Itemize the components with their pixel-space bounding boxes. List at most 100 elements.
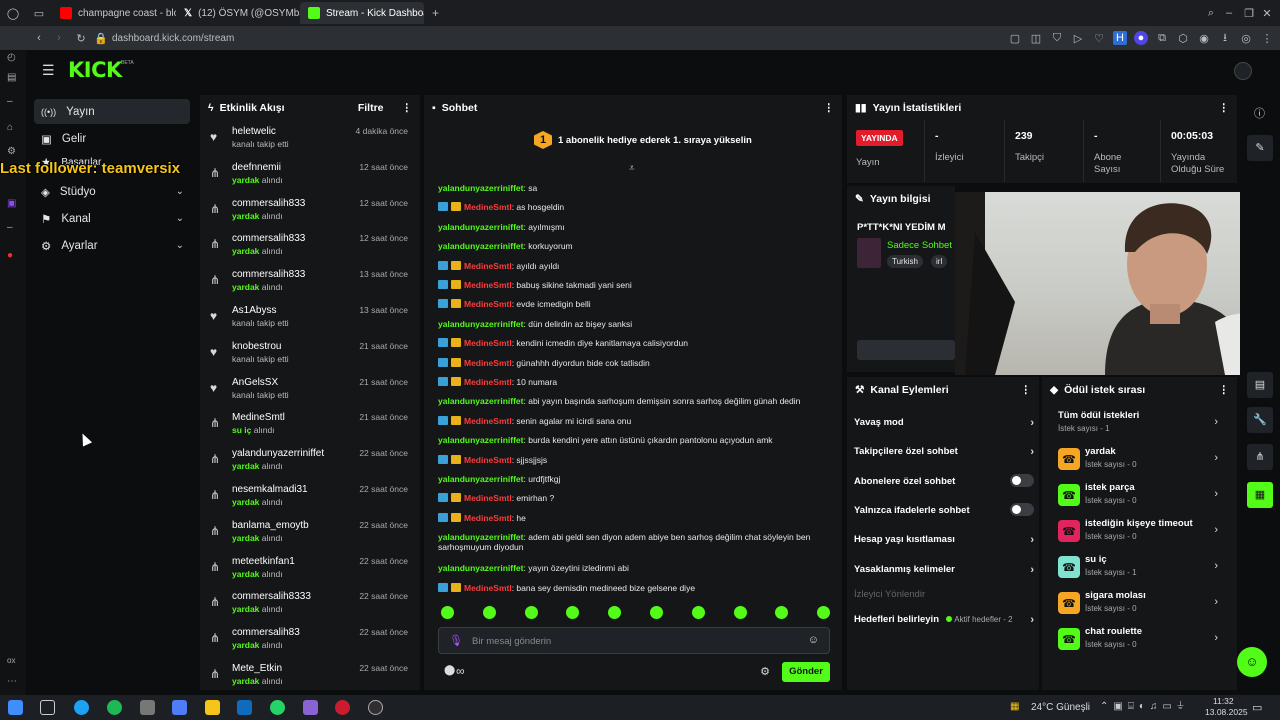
chat-message[interactable]: MedineSmtl: günahhh diyordun bide cok ta… xyxy=(438,357,650,368)
activity-event[interactable]: ⋔ meteetkinfan1 yardak alındı 22 saat önce xyxy=(200,553,420,589)
chat-message[interactable]: yalandunyazerriniffet: burda kendini yer… xyxy=(438,435,773,445)
search-icon[interactable]: ⌕ xyxy=(1204,6,1218,20)
points-icon[interactable]: ⬤ xyxy=(444,665,455,676)
chat-message[interactable]: yalandunyazerriniffet: urdfjtfkgj xyxy=(438,474,560,484)
chat-username[interactable]: MedineSmtl xyxy=(464,583,512,593)
chat-username[interactable]: MedineSmtl xyxy=(464,338,512,348)
chat-username[interactable]: yalandunyazerriniffet xyxy=(438,222,524,232)
chat-message[interactable]: yalandunyazerriniffet: adem abi geldi se… xyxy=(438,532,810,552)
channel-action-row[interactable]: Yalnızca ifadelerle sohbet xyxy=(854,502,1034,516)
tab-kick[interactable]: Stream - Kick Dashboard xyxy=(300,2,424,24)
kebab-menu-icon[interactable]: ⋮ xyxy=(1219,384,1230,396)
activity-event[interactable]: ⋔ MedineSmtl su iç alındı 21 saat önce xyxy=(200,409,420,445)
avatar[interactable] xyxy=(1234,62,1252,80)
weather-text[interactable]: 24°C Güneşli xyxy=(1031,702,1090,713)
kebab-menu-icon[interactable]: ⋮ xyxy=(402,102,413,114)
sidebar-item-kanal[interactable]: ⚑ Kanal ⌄ xyxy=(34,206,190,231)
chat-message[interactable]: MedineSmtl: 10 numara xyxy=(438,377,557,387)
activity-event[interactable]: ⋔ commersalih833 yardak alındı 13 saat önce xyxy=(200,266,420,302)
bookmark-icon[interactable]: ▢ xyxy=(1008,31,1022,45)
extensions-icon[interactable]: ⧉ xyxy=(1155,31,1169,45)
activity-event[interactable]: ⋔ banlama_emoytb yardak alındı 22 saat önce xyxy=(200,517,420,553)
chat-username[interactable]: MedineSmtl xyxy=(464,261,512,271)
clock-time[interactable]: 11:32 xyxy=(1213,696,1234,706)
chat-message[interactable]: yalandunyazerriniffet: dün delirdin az b… xyxy=(438,319,632,329)
share-icon[interactable]: ⋔ xyxy=(1247,444,1273,470)
activity-event[interactable]: ⋔ commersalih8333 yardak alındı 22 saat önc… xyxy=(200,588,420,624)
back-icon[interactable]: ‹ xyxy=(32,31,46,45)
history-icon[interactable]: ◴ xyxy=(7,52,19,64)
tag-irl[interactable]: irl xyxy=(931,255,948,268)
menu-icon[interactable]: ⋮ xyxy=(1260,31,1274,45)
forward-icon[interactable]: › xyxy=(52,31,66,45)
outlook-icon[interactable] xyxy=(237,700,252,715)
chat-username[interactable]: yalandunyazerriniffet xyxy=(438,532,524,542)
channel-action-row[interactable]: Yavaş mod › xyxy=(854,417,1034,429)
ox-icon[interactable]: ox xyxy=(7,656,19,668)
close-icon[interactable]: ✕ xyxy=(1260,6,1274,20)
edit-stream-info-button[interactable] xyxy=(857,340,955,360)
activity-event[interactable]: ⋔ nesemkalmadi31 yardak alındı 22 saat önce xyxy=(200,481,420,517)
kebab-menu-icon[interactable]: ⋮ xyxy=(1219,102,1230,114)
folder-icon[interactable] xyxy=(205,700,220,715)
reward-row[interactable]: ☎ yardak İstek sayısı - 0 › xyxy=(1058,446,1218,476)
start-icon[interactable] xyxy=(8,700,23,715)
tab-youtube[interactable]: champagne coast - blood xyxy=(52,2,176,24)
dash2-icon[interactable]: – xyxy=(7,222,19,234)
chat-message[interactable]: MedineSmtl: emirhan ? xyxy=(438,493,554,503)
activity-event[interactable]: ♥ heletwelic kanalı takip etti 4 dakika önc… xyxy=(200,123,420,159)
filter-button[interactable]: Filtre xyxy=(358,102,384,114)
launcher-icon[interactable] xyxy=(303,700,318,715)
chat-username[interactable]: yalandunyazerriniffet xyxy=(438,474,524,484)
task-view-icon[interactable] xyxy=(40,700,55,715)
info-icon[interactable]: ⓘ xyxy=(1254,105,1265,121)
mic-icon[interactable]: 🎙 xyxy=(449,634,463,647)
chat-username[interactable]: MedineSmtl xyxy=(464,202,512,212)
support-icon[interactable]: ☺ xyxy=(1237,647,1267,677)
reward-row[interactable]: ☎ istek parça İstek sayısı - 0 › xyxy=(1058,482,1218,512)
kebab-menu-icon[interactable]: ⋮ xyxy=(1021,384,1032,396)
chat-username[interactable]: yalandunyazerriniffet xyxy=(438,435,524,445)
channel-action-row[interactable]: Takipçilere özel sohbet › xyxy=(854,446,1034,458)
chat-message[interactable]: MedineSmtl: senin agalar mi icirdi sana … xyxy=(438,415,631,426)
reward-row[interactable]: ☎ istediğin kişeye timeout İstek sayısı - … xyxy=(1058,518,1218,548)
chat-username[interactable]: yalandunyazerriniffet xyxy=(438,241,524,251)
edge-icon[interactable] xyxy=(74,700,89,715)
kick-logo[interactable]: KICK xyxy=(68,58,122,82)
chat-message[interactable]: MedineSmtl: ayıldı ayıldı xyxy=(438,260,559,271)
emote-icon[interactable] xyxy=(691,606,705,619)
activity-event[interactable]: ⋔ commersalih833 yardak alındı 12 saat önce xyxy=(200,195,420,231)
sidebar-item-yayin[interactable]: ((•)) Yayın xyxy=(34,99,190,124)
obs-icon[interactable] xyxy=(368,700,383,715)
channel-action-row[interactable]: Hesap yaşı kısıtlaması › xyxy=(854,534,1034,546)
workspaces-icon[interactable]: ▭ xyxy=(32,6,46,20)
activity-event[interactable]: ⋔ commersalih833 yardak alındı 12 saat önce xyxy=(200,230,420,266)
emote-icon[interactable] xyxy=(524,606,538,619)
edit-icon[interactable]: ✎ xyxy=(1247,135,1273,161)
emoji-icon[interactable]: ☺ xyxy=(808,634,819,646)
chat-message[interactable]: MedineSmtl: bana sey demisdin medineed b… xyxy=(438,582,695,593)
wrench-icon[interactable]: 🔧 xyxy=(1247,407,1273,433)
chat-username[interactable]: yalandunyazerriniffet xyxy=(438,396,524,406)
screenshot-icon[interactable]: ◫ xyxy=(1029,31,1043,45)
reload-icon[interactable]: ↻ xyxy=(74,31,88,45)
opera-icon[interactable] xyxy=(335,700,350,715)
goals-row[interactable]: Hedefleri belirleyin Aktif hedefler - 2 … xyxy=(854,614,1034,626)
emote-icon[interactable] xyxy=(482,606,496,619)
chat-message[interactable]: yalandunyazerriniffet: korkuyorum xyxy=(438,241,573,251)
chat-message[interactable]: yalandunyazerriniffet: ayılmışmı xyxy=(438,222,565,232)
sidebar-item-ayarlar[interactable]: ⚙ Ayarlar ⌄ xyxy=(34,233,190,258)
new-tab-button[interactable]: + xyxy=(432,6,439,20)
emote-icon[interactable] xyxy=(650,606,663,619)
twitch-icon[interactable]: ▣ xyxy=(7,198,19,210)
reward-row[interactable]: ☎ chat roulette İstek sayısı - 0 › xyxy=(1058,626,1218,656)
browser-menu-icon[interactable]: ◯ xyxy=(6,6,20,20)
chat-message[interactable]: MedineSmtl: sjjssjjsjs xyxy=(438,454,547,465)
category-name[interactable]: Sadece Sohbet xyxy=(887,240,952,251)
chat-message[interactable]: yalandunyazerriniffet: sa xyxy=(438,183,537,193)
clock-date[interactable]: 13.08.2025 xyxy=(1205,707,1248,717)
reward-row[interactable]: ☎ sigara molası İstek sayısı - 0 › xyxy=(1058,590,1218,620)
spotify-icon[interactable] xyxy=(107,700,122,715)
heart-icon[interactable]: ♡ xyxy=(1092,31,1106,45)
activity-event[interactable]: ♥ AnGelsSX kanalı takip etti 21 saat önce xyxy=(200,374,420,410)
